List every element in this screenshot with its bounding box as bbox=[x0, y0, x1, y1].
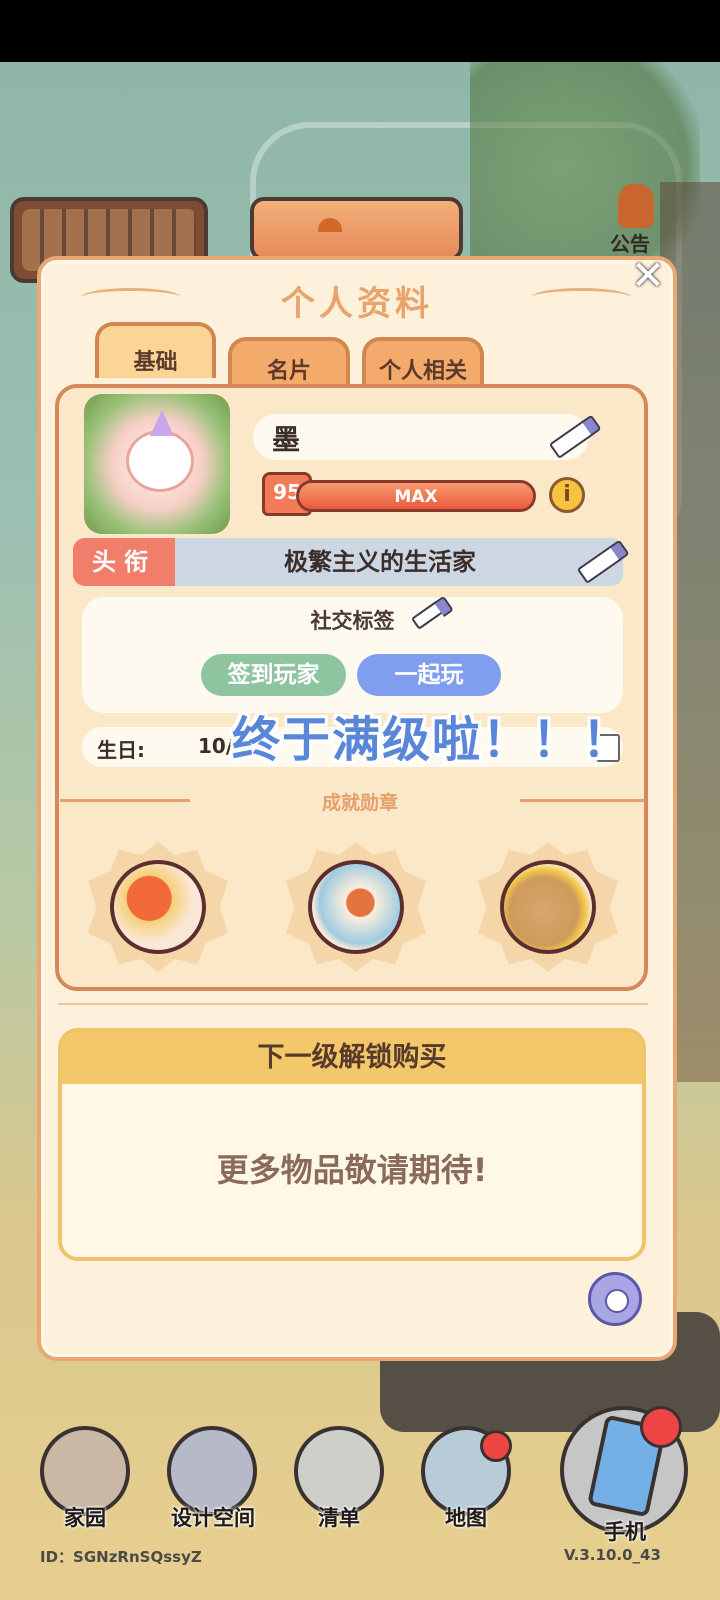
player-id: ID：SGNzRnSQssyZ bbox=[40, 1548, 202, 1566]
title-label: 头衔 bbox=[73, 538, 175, 586]
social-tags-box: 社交标签 bbox=[82, 597, 623, 713]
weather-banner[interactable] bbox=[250, 197, 463, 261]
notice-button[interactable]: 公告 bbox=[600, 180, 670, 260]
nav-map-label: 地图 bbox=[445, 1506, 487, 1530]
map-notification-dot bbox=[480, 1430, 512, 1462]
birthday-label: 生日: bbox=[97, 738, 145, 762]
dialog-title: 个人资料 bbox=[281, 284, 433, 324]
level-max-text: MAX bbox=[394, 487, 438, 507]
section-divider bbox=[58, 1003, 648, 1005]
nav-design-label: 设计空间 bbox=[171, 1506, 255, 1530]
version-text: V.3.10.0_43 bbox=[564, 1546, 661, 1564]
overlay-caption: 终于满级啦！！！ bbox=[232, 712, 633, 768]
money-bag-coins-icon[interactable] bbox=[478, 842, 618, 972]
nav-home-label: 家园 bbox=[64, 1506, 106, 1530]
badge-art bbox=[308, 860, 404, 954]
unlock-message: 更多物品敬请期待! bbox=[216, 1151, 488, 1189]
avatar[interactable] bbox=[84, 394, 230, 534]
info-button[interactable]: i bbox=[549, 477, 585, 513]
social-tags-title: 社交标签 bbox=[310, 609, 395, 633]
party-hat-icon bbox=[150, 410, 174, 436]
social-tag-chip[interactable]: 签到玩家 bbox=[201, 654, 346, 696]
achievements-title: 成就勋章 bbox=[321, 792, 398, 814]
close-button[interactable]: ✕ bbox=[628, 256, 668, 296]
level-progress-bar: MAX bbox=[296, 480, 536, 512]
tab-basic[interactable]: 基础 bbox=[95, 322, 216, 378]
sun-moon-cloud-icon[interactable] bbox=[88, 842, 228, 972]
notice-icon bbox=[618, 184, 654, 228]
cat-face-icon bbox=[126, 430, 194, 492]
player-name: 墨 bbox=[272, 423, 301, 456]
phone-notification-dot bbox=[640, 1406, 682, 1448]
name-field[interactable] bbox=[253, 414, 589, 460]
koi-fish-icon[interactable] bbox=[286, 842, 426, 972]
badge-art bbox=[500, 860, 596, 954]
badge-art bbox=[110, 860, 206, 954]
social-tag-chip[interactable]: 一起玩 bbox=[357, 654, 501, 696]
unlock-header: 下一级解锁购买 bbox=[62, 1032, 642, 1084]
title-value: 极繁主义的生活家 bbox=[284, 548, 476, 576]
nav-phone-label: 手机 bbox=[604, 1520, 646, 1544]
settings-gear-icon[interactable] bbox=[588, 1272, 642, 1326]
nav-checklist-label: 清单 bbox=[318, 1506, 360, 1530]
